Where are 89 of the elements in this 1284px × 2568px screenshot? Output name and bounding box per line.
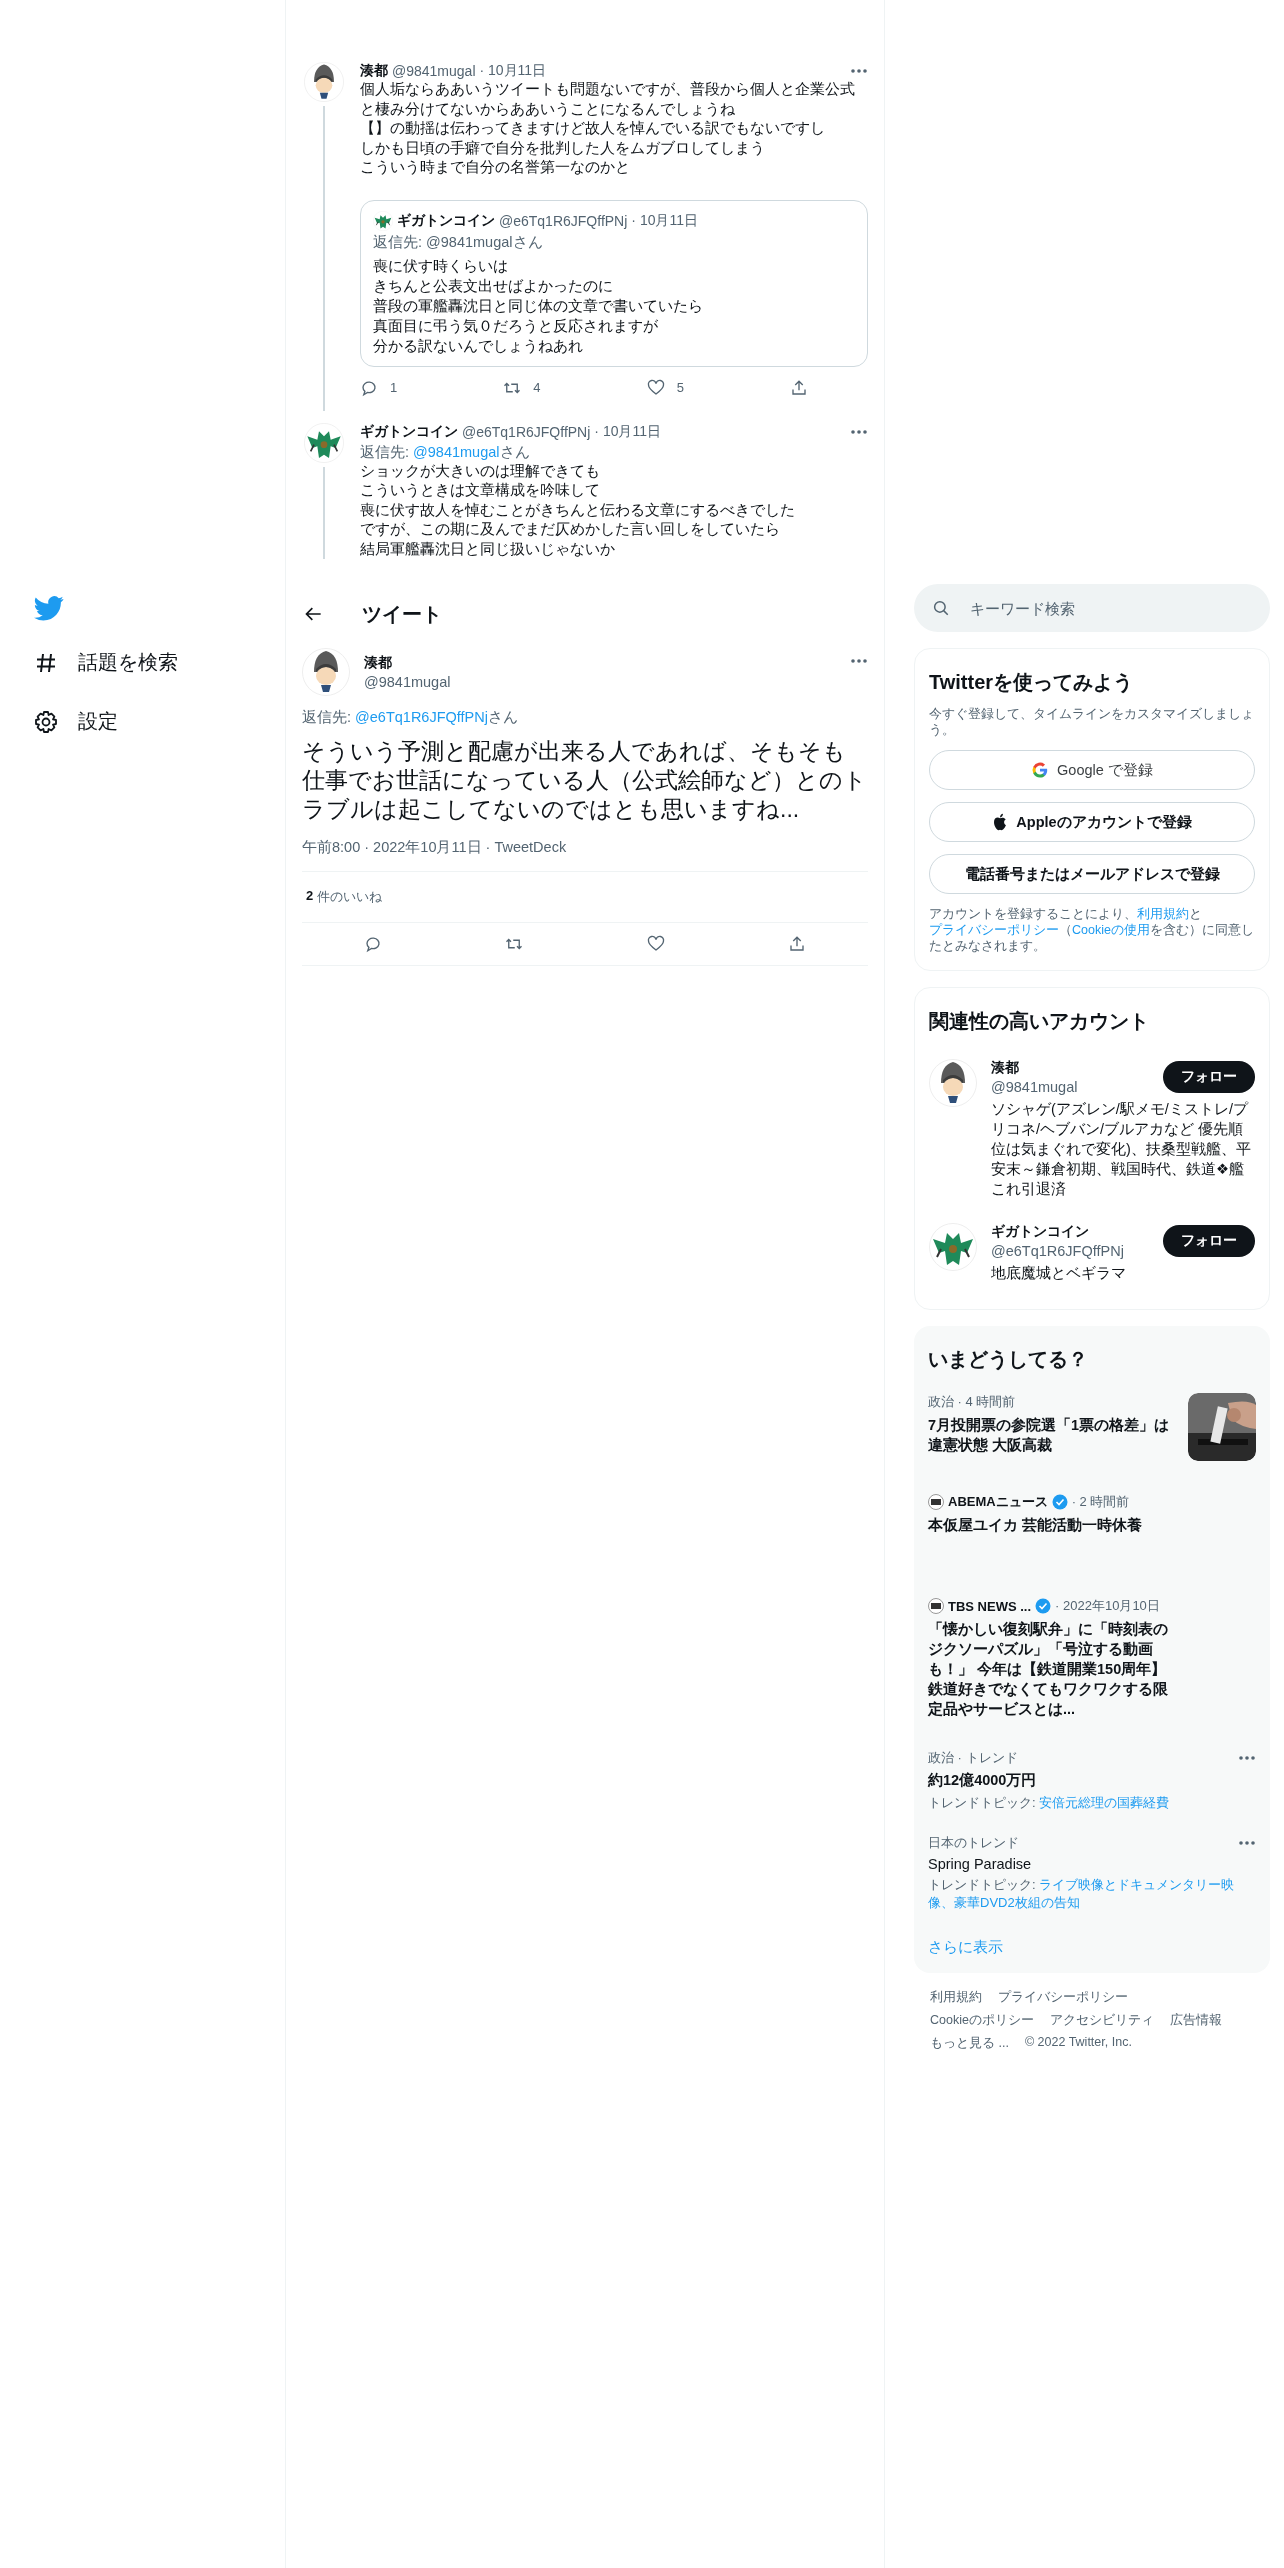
author-name[interactable]: 湊都 (364, 654, 451, 672)
heart-icon (646, 935, 665, 953)
account-name[interactable]: 湊都 (991, 1059, 1078, 1077)
trend-title[interactable]: 約12億4000万円 (928, 1771, 1170, 1790)
card-title: いまどうしてる？ (928, 1347, 1089, 1372)
footer-link[interactable]: 利用規約 (930, 1989, 982, 2006)
avatar-icon (929, 1223, 977, 1271)
author-handle[interactable]: @e6Tq1R6JFQffPNj (462, 423, 591, 440)
news-source: TBS NEWS ... (948, 1598, 1032, 1614)
card-title: 関連性の高いアカウント (929, 1009, 1150, 1034)
tweet-text: ショックが大きいのは理解できても こういうときは文章構成を吟味して 喪に伏す故人を悼むことがきちんと伝わる文章にするべきでした ですが、この期に及んでまだ仄めかした言い回しをしていたら 結局軍艦轟沈日と同じ扱いじゃないか (360, 461, 796, 559)
more-icon[interactable] (1238, 1755, 1256, 1761)
card-description: 今すぐ登録して、タイムラインをカスタマイズしましょう。 (929, 706, 1255, 738)
avatar-icon (373, 210, 393, 231)
source-logo-icon (928, 1598, 944, 1614)
author-name[interactable]: 湊都 (360, 62, 388, 80)
page-title: ツイート (362, 601, 442, 627)
more-icon[interactable] (850, 658, 868, 664)
tweet-date[interactable]: · 10月11日 (479, 62, 547, 80)
author-handle[interactable]: @9841mugal (364, 674, 451, 690)
avatar-icon (929, 1059, 977, 1107)
author-name[interactable]: ギガトンコイン (360, 422, 458, 441)
tweet-date: · 10月11日 (631, 211, 698, 230)
trend-context: 政治 · トレンド (928, 1749, 1019, 1767)
reply-to-text: 返信先: @e6Tq1R6JFQffPNj さん (302, 708, 519, 727)
apple-icon (992, 813, 1009, 831)
signup-button[interactable]: 電話番号またはメールアドレスで登録 (929, 854, 1255, 894)
more-icon[interactable] (850, 68, 868, 74)
account-bio: ソシャゲ(アズレン/駅メモ/ミストレ/プリコネ/ヘブバン/ブルアカなど 優先順位は気まぐれで変化)、扶桑型戦艦、平安末～鎌倉初期、戦国時代、鉄道❖艦これ引退済 (991, 1100, 1252, 1199)
signup-button[interactable]: Appleのアカウントで登録 (929, 802, 1255, 842)
share-icon (790, 378, 808, 397)
quoted-tweet[interactable]: ギガトンコイン @e6Tq1R6JFQffPNj · 10月11日 返信先: @9841mugal さん 喪に伏す時くらいは きちんと公表文出せばよかったのに 普段の軍艦轟沈日と同じ体の文章で書いていたら 真面目に弔う気０だろうと反応されますが 分かる訳ないんでしょうねあれ (360, 199, 868, 367)
heart-icon (646, 378, 665, 397)
footer-link[interactable]: Cookieのポリシー (930, 2012, 1034, 2029)
tweet-meta: 午前8:00 · 2022年10月11日 · TweetDeck (302, 838, 568, 857)
tweet-date[interactable]: · 10月11日 (594, 422, 661, 441)
nav-link[interactable]: 話題を検索 (78, 649, 178, 676)
trend-context: 日本のトレンド (928, 1834, 1020, 1852)
follow-button[interactable]: フォロー (1163, 1225, 1255, 1257)
avatar-icon (304, 62, 344, 102)
reply-to-text: 返信先: @9841mugal さん (373, 232, 544, 252)
news-headline[interactable]: 7月投開票の参院選「1票の格差」は違憲状態 大阪高裁 (928, 1415, 1178, 1455)
footer-link[interactable]: もっと見る ... (930, 2035, 1009, 2052)
trend-topic: トレンドトピック: 安倍元総理の国葬経費 (928, 1794, 1170, 1812)
account-bio: 地底魔城とベギラマ (991, 1264, 1127, 1283)
copyright-text: © 2022 Twitter, Inc. (1024, 2035, 1132, 2051)
footer-link[interactable]: アクセシビリティ (1049, 2012, 1154, 2029)
signup-button[interactable]: Google で登録 (929, 750, 1255, 790)
card-title: Twitterを使ってみよう (929, 670, 1135, 695)
news-meta: 政治 · 4 時間前 (928, 1393, 1016, 1411)
nav-link[interactable]: 設定 (78, 708, 118, 735)
avatar-icon (304, 422, 344, 463)
avatar-icon (302, 648, 350, 696)
author-handle: @e6Tq1R6JFQffPNj (499, 212, 628, 229)
trend-title[interactable]: Spring Paradise (928, 1856, 1238, 1872)
account-handle[interactable]: @e6Tq1R6JFQffPNj (991, 1243, 1124, 1259)
footer-link[interactable]: プライバシーポリシー (998, 1989, 1128, 2006)
follow-button[interactable]: フォロー (1163, 1061, 1255, 1093)
action-count: 5 (676, 380, 684, 395)
action-count: 1 (390, 380, 398, 395)
search-icon (932, 599, 950, 617)
reply-icon (363, 935, 382, 953)
footer-link[interactable]: 広告情報 (1169, 2012, 1222, 2029)
tweet-text: そういう予測と配慮が出来る人であれば、そもそも仕事でお世話になっている人（公式絵師など）とのトラブルは起こしてないのではとも思いますね... (302, 737, 868, 824)
news-meta: · 2022年10月10日 (1055, 1597, 1160, 1615)
terms-text: アカウントを登録することにより、利用規約 と プライバシーポリシー（Cookieの使用を含む）に同意したとみなされます。 (929, 906, 1255, 954)
tweet-text: 喪に伏す時くらいは きちんと公表文出せばよかったのに 普段の軍艦轟沈日と同じ体の文章で書いていたら 真面目に弔う気０だろうと反応されますが 分かる訳ないんでしょうねあれ (373, 256, 704, 356)
news-source: ABEMAニュース (948, 1493, 1048, 1511)
account-name[interactable]: ギガトンコイン (991, 1223, 1124, 1241)
tweet-text: 個人垢ならああいうツイートも問題ないですが、普段から個人と企業公式と棲み分けてないからああいうことになるんでしょうね 【】の動揺は伝わってきますけど故人を悼んでいる訳でもないですし しかも日頃の手癖で自分を批判した人をムガブロしてしまう こういう時まで自分の名誉第一なのかと (360, 80, 856, 177)
search-field[interactable]: キーワード検索 (914, 584, 1270, 632)
trend-topic: トレンドトピック: ライブ映像とドキュメンタリー映像、豪華DVD2枚組の告知 (928, 1876, 1236, 1912)
news-headline[interactable]: 本仮屋ユイカ 芸能活動一時休養 (928, 1515, 1143, 1535)
settings-icon[interactable] (34, 709, 58, 734)
likes-count[interactable]: 2 (306, 888, 314, 906)
action-count: 4 (533, 380, 541, 395)
share-icon (788, 935, 807, 953)
news-headline[interactable]: 「懐かしい復刻駅弁」に「時刻表のジクソーパズル」「号泣する動画も！」 今年は【鉄道開業150周年】鉄道好きでなくてもワクワクする限定品やサービスとは... (928, 1619, 1178, 1719)
more-icon[interactable] (1238, 1840, 1256, 1846)
author-handle[interactable]: @9841mugal (392, 63, 476, 79)
news-meta: · 2 時間前 (1071, 1493, 1130, 1511)
more-icon[interactable] (850, 428, 868, 435)
bird-icon[interactable] (34, 596, 64, 621)
reply-to-text: 返信先: @9841mugal さん (360, 442, 531, 462)
author-name: ギガトンコイン (397, 211, 495, 230)
account-handle[interactable]: @9841mugal (991, 1079, 1078, 1095)
likes-label[interactable]: 件のいいね (317, 888, 383, 906)
google-icon (1031, 761, 1050, 779)
source-logo-icon (928, 1494, 944, 1510)
